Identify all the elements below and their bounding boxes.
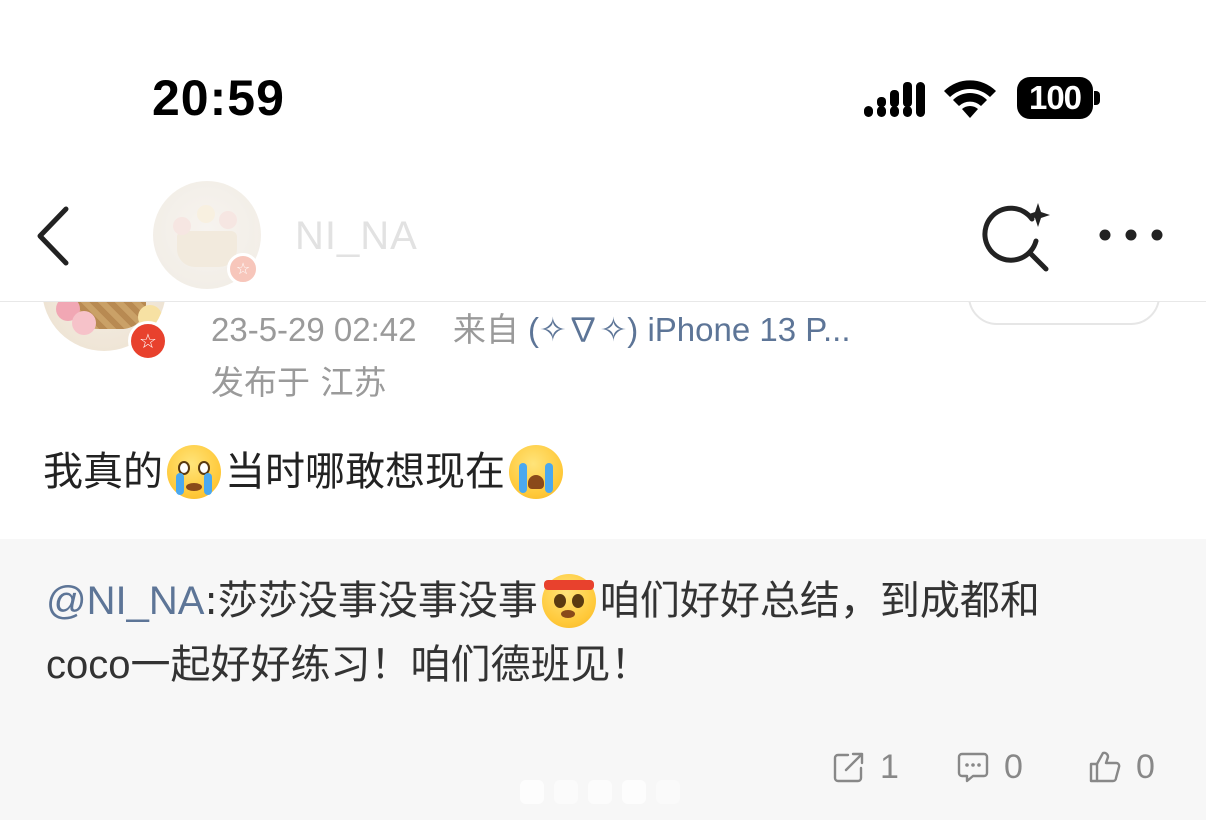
thumbs-up-icon (1089, 751, 1121, 783)
status-bar: 20:59 100 (0, 0, 1206, 175)
fighting-emoji (541, 574, 596, 628)
crying-emoji (167, 445, 221, 499)
post-meta: 23-5-29 02:42 来自 (✧∇✧) iPhone 13 P... (211, 311, 851, 349)
like-action[interactable]: 0 (1088, 742, 1155, 792)
repost-count: 1 (880, 747, 899, 786)
search-sparkle-icon[interactable] (982, 201, 1054, 273)
battery-tip (1094, 91, 1100, 105)
signal-icon (864, 82, 925, 117)
like-count: 0 (1136, 747, 1155, 786)
status-time: 20:59 (152, 70, 285, 126)
loading-shimmer (520, 780, 680, 804)
verified-badge-icon: ☆ (128, 321, 168, 361)
post-time: 23-5-29 02:42 (211, 311, 417, 348)
comment-count: 0 (1004, 747, 1023, 786)
chevron-left-icon[interactable] (30, 203, 80, 269)
post-card: ☆ 阅读 23-5-29 02:42 来自 (✧∇✧) iPhone 13 P.… (0, 267, 1206, 820)
post-source-prefix: 来自 (452, 311, 519, 348)
comment-action[interactable]: 0 (956, 742, 1023, 792)
comment-icon (957, 752, 989, 783)
weibo-post-screen: 20:59 100 ☆ NI_NA ☆ 23-5-29 02:42 来自 (✧∇… (0, 0, 1206, 820)
nav-header: ☆ NI_NA (0, 175, 1206, 302)
post-source-device[interactable]: (✧∇✧) iPhone 13 P... (528, 311, 851, 348)
battery-icon: 100 (1017, 77, 1093, 119)
repost-action[interactable]: 1 (832, 742, 899, 792)
wifi-icon (944, 80, 996, 118)
verified-badge-icon: ☆ (227, 253, 259, 285)
post-location: 发布于 江苏 (211, 363, 387, 402)
share-icon (833, 752, 864, 783)
header-title[interactable]: NI_NA (295, 211, 418, 261)
repost-text: @NI_NA :莎莎没事没事没事 咱们好好总结，到成都和 coco 一起好好练习… (46, 569, 1156, 697)
loudly-crying-emoji (509, 445, 563, 499)
repost-author-link[interactable]: @NI_NA (46, 569, 204, 633)
more-horizontal-icon[interactable] (1096, 220, 1166, 250)
post-text: 我真的 当时哪敢想现在 (43, 444, 567, 500)
